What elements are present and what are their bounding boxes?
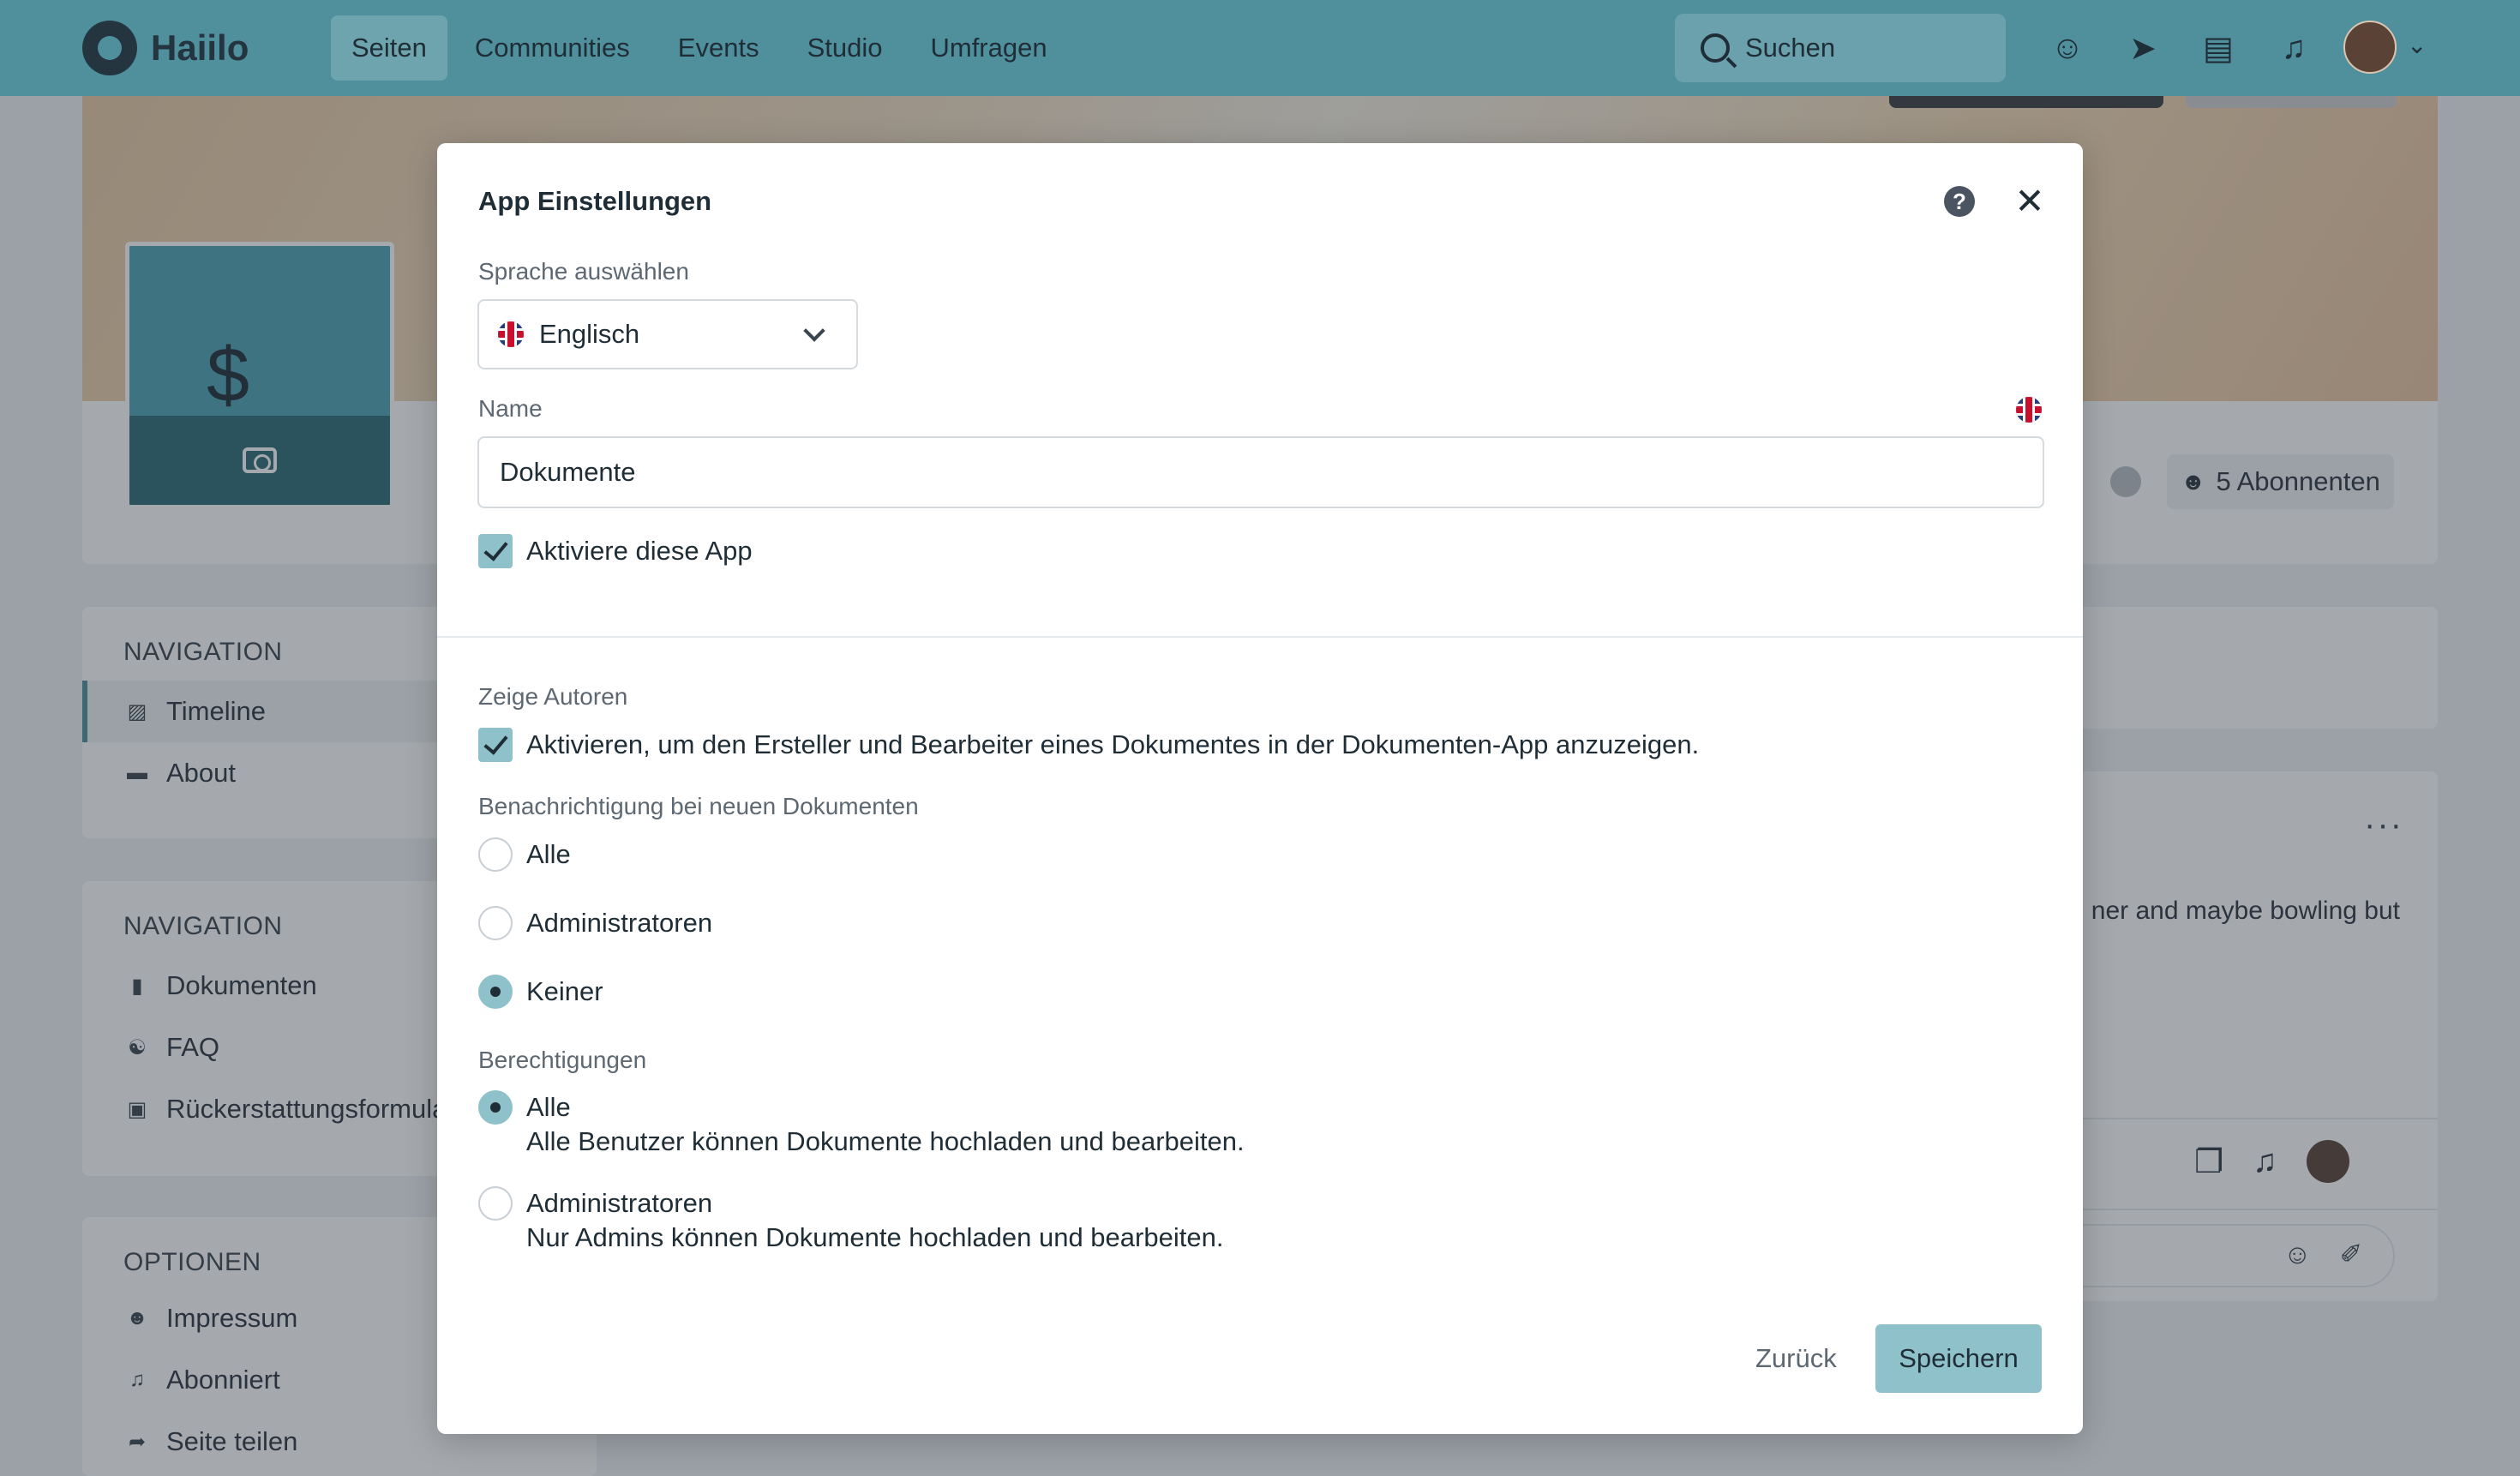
show-authors-checkbox[interactable]: [478, 728, 513, 762]
brand-logo[interactable]: Haiilo: [82, 21, 249, 75]
permission-option-alle[interactable]: Alle Alle Benutzer können Dokumente hoch…: [478, 1090, 1245, 1159]
people-icon[interactable]: ☺: [2045, 26, 2090, 70]
uk-flag-icon: [498, 321, 524, 347]
uk-flag-icon: [2016, 397, 2042, 423]
radio-button-selected[interactable]: [478, 975, 513, 1009]
permissions-label: Berechtigungen: [478, 1047, 647, 1073]
nav-item-seiten[interactable]: Seiten: [331, 15, 447, 81]
search-input[interactable]: Suchen: [1675, 14, 2006, 82]
show-authors-label: Zeige Autoren: [478, 683, 628, 710]
nav-item-events[interactable]: Events: [657, 15, 780, 81]
haiilo-logo-icon: [82, 21, 137, 75]
language-label: Sprache auswählen: [478, 258, 689, 285]
language-select[interactable]: Englisch: [477, 299, 858, 369]
radio-label: Administratoren: [526, 908, 713, 938]
radio-label: Keiner: [526, 976, 603, 1006]
radio-label: Administratoren: [526, 1188, 713, 1218]
nav-item-communities[interactable]: Communities: [454, 15, 651, 81]
compass-icon[interactable]: ➤: [2121, 26, 2165, 70]
close-icon[interactable]: ✕: [2011, 183, 2049, 220]
top-navigation-bar: Haiilo Seiten Communities Events Studio …: [0, 0, 2520, 96]
nav-item-umfragen[interactable]: Umfragen: [909, 15, 1067, 81]
radio-description: Nur Admins können Dokumente hochladen un…: [526, 1222, 1224, 1252]
name-label: Name: [478, 395, 543, 422]
dialog-title: App Einstellungen: [478, 186, 712, 216]
radio-button[interactable]: [478, 1186, 513, 1221]
back-button[interactable]: Zurück: [1735, 1324, 1857, 1393]
search-icon: [1701, 33, 1730, 63]
radio-button[interactable]: [478, 906, 513, 940]
user-avatar[interactable]: [2343, 21, 2397, 74]
show-authors-checkbox-row[interactable]: Aktivieren, um den Ersteller und Bearbei…: [478, 728, 1699, 762]
chevron-down-icon: [803, 320, 825, 342]
notify-option-alle[interactable]: Alle: [478, 837, 571, 872]
help-icon[interactable]: ?: [1944, 186, 1975, 217]
notification-label: Benachrichtigung bei neuen Dokumenten: [478, 793, 919, 819]
show-authors-text: Aktivieren, um den Ersteller und Bearbei…: [526, 729, 1700, 759]
activate-app-checkbox-row[interactable]: Aktiviere diese App: [478, 534, 753, 568]
main-navigation: Seiten Communities Events Studio Umfrage…: [331, 15, 1075, 81]
bell-icon[interactable]: ♫: [2271, 26, 2316, 70]
radio-label: Alle: [526, 1092, 571, 1122]
radio-label: Alle: [526, 839, 571, 869]
name-field[interactable]: [477, 436, 2044, 508]
chevron-down-icon[interactable]: ⌄: [2407, 31, 2427, 59]
app-settings-dialog: App Einstellungen ? ✕ Sprache auswählen …: [437, 143, 2083, 1434]
radio-button-selected[interactable]: [478, 1090, 513, 1125]
save-button[interactable]: Speichern: [1875, 1324, 2042, 1393]
radio-button[interactable]: [478, 837, 513, 872]
radio-description: Alle Benutzer können Dokumente hochladen…: [526, 1126, 1245, 1156]
top-action-icons: ☺ ➤ ▤ ♫: [2045, 26, 2347, 70]
notify-option-keiner[interactable]: Keiner: [478, 975, 603, 1009]
nav-item-studio[interactable]: Studio: [787, 15, 903, 81]
clipboard-icon[interactable]: ▤: [2196, 26, 2241, 70]
permission-option-administratoren[interactable]: Administratoren Nur Admins können Dokume…: [478, 1186, 1223, 1255]
brand-name: Haiilo: [151, 27, 249, 68]
activate-app-checkbox[interactable]: [478, 534, 513, 568]
activate-app-label: Aktiviere diese App: [526, 536, 753, 566]
divider: [437, 636, 2083, 638]
language-value: Englisch: [539, 319, 640, 349]
notify-option-administratoren[interactable]: Administratoren: [478, 906, 712, 940]
search-placeholder: Suchen: [1745, 33, 1836, 63]
